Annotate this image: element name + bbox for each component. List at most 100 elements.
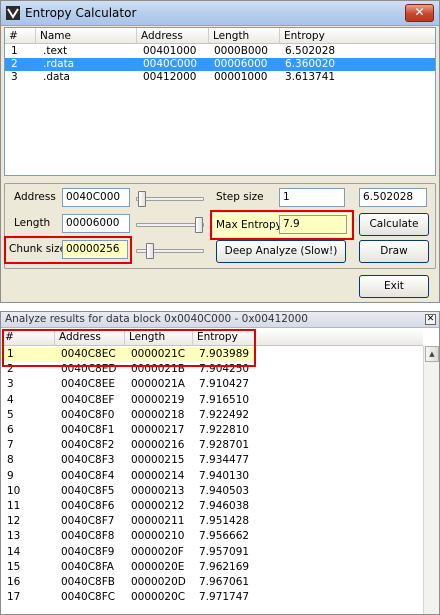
- result-row[interactable]: 4 0040C8EF 00000219 7.916510: [1, 393, 423, 408]
- window-title: Entropy Calculator: [25, 6, 137, 20]
- result-row[interactable]: 11 0040C8F6 00000212 7.946038: [1, 499, 423, 514]
- length-slider[interactable]: [136, 223, 204, 227]
- result-row[interactable]: 13 0040C8F8 00000210 7.956662: [1, 529, 423, 544]
- cell-num: 2: [11, 58, 18, 70]
- cell-entropy: 7.956662: [199, 530, 250, 543]
- result-row[interactable]: 16 0040C8FB 0000020D 7.967061: [1, 575, 423, 590]
- cell-address: 0040C8F9: [61, 545, 115, 558]
- cell-entropy: 6.502028: [285, 45, 336, 57]
- cell-entropy: 6.360020: [285, 58, 336, 70]
- draw-button[interactable]: Draw: [359, 240, 429, 263]
- cell-num: 13: [7, 530, 21, 543]
- section-row[interactable]: 1 .text 00401000 0000B000 6.502028: [5, 45, 435, 58]
- address-slider[interactable]: [136, 197, 204, 201]
- cell-length: 00000213: [131, 484, 185, 497]
- cell-length: 00006000: [214, 58, 268, 70]
- cell-address: 0040C8F1: [61, 424, 115, 436]
- cell-address: 0040C8FC: [61, 591, 116, 604]
- length-label: Length: [14, 217, 51, 229]
- cell-num: 7: [7, 439, 14, 452]
- chunk-size-slider-thumb[interactable]: [146, 243, 154, 259]
- result-row[interactable]: 6 0040C8F1 00000217 7.922810: [1, 423, 423, 438]
- sections-list-header: # Name Address Length Entropy: [5, 28, 435, 44]
- deep-analyze-button[interactable]: Deep Analyze (Slow!): [216, 240, 346, 263]
- cell-num: 5: [7, 408, 14, 421]
- entropy-calculator-window: Entropy Calculator ✕ # Name Address Leng…: [0, 0, 440, 303]
- cell-entropy: 7.940130: [199, 469, 250, 482]
- result-row[interactable]: 7 0040C8F2 00000216 7.928701: [1, 438, 423, 453]
- scroll-up-icon[interactable]: ▲: [425, 346, 439, 362]
- cell-address: 0040C8F3: [61, 454, 115, 467]
- results-scrollbar[interactable]: ▲: [423, 346, 439, 614]
- cell-address: 0040C8F4: [61, 469, 115, 482]
- cell-length: 00000215: [131, 454, 185, 467]
- column-header-length[interactable]: Length: [209, 28, 280, 44]
- cell-address: 0040C000: [143, 58, 198, 70]
- length-slider-thumb[interactable]: [195, 217, 203, 233]
- result-row[interactable]: 15 0040C8FA 0000020E 7.962169: [1, 560, 423, 575]
- close-button[interactable]: ✕: [405, 4, 434, 22]
- cell-address: 0040C8FB: [61, 576, 115, 588]
- results-list[interactable]: # Address Length Entropy 1 0040C8EC 000002…: [1, 329, 439, 614]
- result-row[interactable]: 14 0040C8F9 0000020F 7.957091: [1, 545, 423, 560]
- cell-num: 6: [7, 424, 14, 436]
- results-close-icon[interactable]: ✕: [425, 314, 436, 325]
- sections-list[interactable]: # Name Address Length Entropy 1 .text 00…: [4, 27, 436, 176]
- length-field[interactable]: 00006000: [62, 214, 130, 233]
- cell-address: 0040C8F5: [61, 484, 115, 497]
- cell-address: 0040C8F7: [61, 515, 115, 528]
- column-header-name[interactable]: Name: [36, 28, 137, 44]
- cell-address: 0040C8F8: [61, 530, 115, 543]
- analyze-results-panel: Analyze results for data block 0x0040C00…: [0, 311, 440, 615]
- exit-button[interactable]: Exit: [359, 275, 429, 298]
- result-row[interactable]: 17 0040C8FC 0000020C 7.971747: [1, 590, 423, 605]
- cell-length: 0000021A: [131, 378, 185, 391]
- cell-entropy: 7.928701: [199, 439, 250, 452]
- cell-address: 00401000: [143, 45, 197, 57]
- cell-num: 16: [7, 576, 21, 588]
- cell-num: 11: [7, 500, 21, 512]
- cell-entropy: 7.910427: [199, 378, 250, 391]
- cell-entropy: 7.922492: [199, 408, 250, 421]
- cell-entropy: 7.940503: [199, 484, 250, 497]
- cell-length: 00001000: [214, 71, 268, 83]
- cell-address: 0040C8EE: [61, 378, 116, 391]
- max-entropy-field[interactable]: 7.9: [279, 215, 347, 234]
- cell-entropy: 7.951428: [199, 515, 250, 528]
- entropy-result-field: 6.502028: [359, 188, 427, 207]
- calculate-button[interactable]: Calculate: [359, 213, 429, 236]
- cell-length: 00000219: [131, 393, 185, 406]
- cell-address: 0040C8F0: [61, 408, 115, 421]
- cell-num: 4: [7, 393, 14, 406]
- app-icon: [6, 6, 20, 20]
- cell-entropy: 7.922810: [199, 424, 250, 436]
- cell-length: 0000020C: [131, 591, 186, 604]
- step-size-field[interactable]: 1: [279, 188, 345, 207]
- column-header-num[interactable]: #: [5, 28, 36, 44]
- address-slider-thumb[interactable]: [138, 191, 146, 207]
- cell-length: 0000020E: [131, 560, 185, 573]
- column-header-entropy[interactable]: Entropy: [280, 28, 435, 44]
- result-row[interactable]: 5 0040C8F0 00000218 7.922492: [1, 408, 423, 423]
- cell-num: 10: [7, 484, 21, 497]
- cell-length: 00000218: [131, 408, 185, 421]
- result-row[interactable]: 10 0040C8F5 00000213 7.940503: [1, 484, 423, 499]
- section-row-selected[interactable]: 2 .rdata 0040C000 00006000 6.360020: [5, 58, 435, 71]
- cell-entropy: 7.967061: [199, 576, 250, 588]
- chunk-size-field[interactable]: 00000256: [62, 240, 128, 259]
- cell-entropy: 7.934477: [199, 454, 250, 467]
- cell-length: 0000020F: [131, 545, 184, 558]
- section-row[interactable]: 3 .data 00412000 00001000 3.613741: [5, 71, 435, 84]
- cell-length: 00000214: [131, 469, 185, 482]
- cell-address: 00412000: [143, 71, 197, 83]
- result-row[interactable]: 3 0040C8EE 0000021A 7.910427: [1, 377, 423, 392]
- result-row[interactable]: 8 0040C8F3 00000215 7.934477: [1, 453, 423, 468]
- column-header-address[interactable]: Address: [137, 28, 209, 44]
- cell-address: 0040C8EF: [61, 393, 115, 406]
- cell-entropy: 3.613741: [285, 71, 336, 83]
- cell-num: 14: [7, 545, 21, 558]
- result-row[interactable]: 9 0040C8F4 00000214 7.940130: [1, 469, 423, 484]
- cell-num: 3: [7, 378, 14, 391]
- address-field[interactable]: 0040C000: [62, 188, 130, 207]
- result-row[interactable]: 12 0040C8F7 00000211 7.951428: [1, 514, 423, 529]
